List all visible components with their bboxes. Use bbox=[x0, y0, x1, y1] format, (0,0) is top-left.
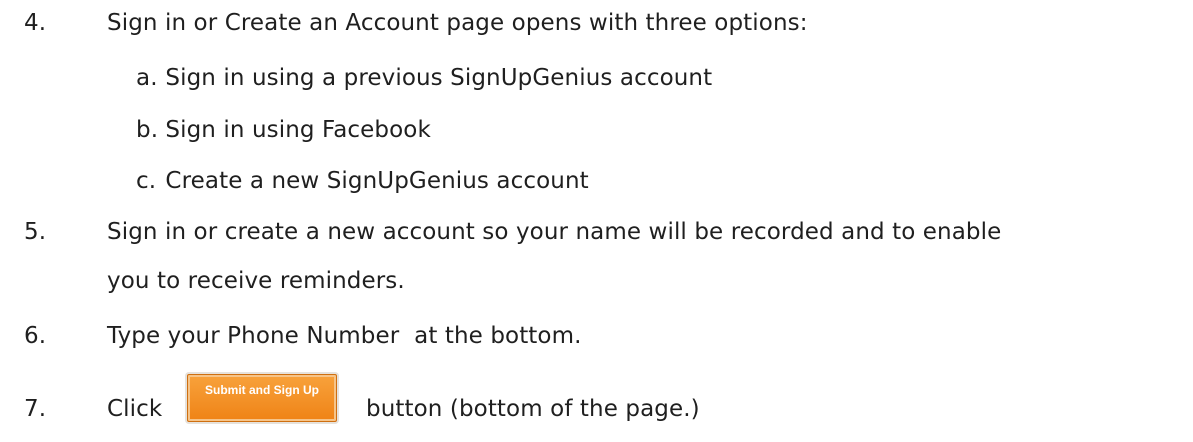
option-letter: b. bbox=[136, 117, 159, 143]
option-letter: c. bbox=[136, 168, 157, 194]
step-number: 7. bbox=[24, 396, 47, 422]
step-number: 4. bbox=[24, 10, 47, 36]
option-text: Sign in using Facebook bbox=[165, 117, 431, 143]
step-text: you to receive reminders. bbox=[107, 268, 405, 294]
step-text: Sign in or Create an Account page opens … bbox=[107, 10, 808, 36]
option-text: Create a new SignUpGenius account bbox=[165, 168, 589, 194]
step-number: 5. bbox=[24, 219, 47, 245]
step-text: Type your Phone Number at the bottom. bbox=[107, 323, 582, 349]
step-text: button (bottom of the page.) bbox=[366, 396, 700, 422]
option-text: Sign in using a previous SignUpGenius ac… bbox=[165, 65, 713, 91]
option-letter: a. bbox=[136, 65, 158, 91]
step-text: Sign in or create a new account so your … bbox=[107, 219, 1002, 245]
step-number: 6. bbox=[24, 323, 47, 349]
step-text: Click bbox=[107, 396, 163, 422]
submit-and-sign-up-button[interactable]: Submit and Sign Up bbox=[187, 374, 337, 422]
instructions-document: 4. Sign in or Create an Account page ope… bbox=[0, 0, 1193, 442]
